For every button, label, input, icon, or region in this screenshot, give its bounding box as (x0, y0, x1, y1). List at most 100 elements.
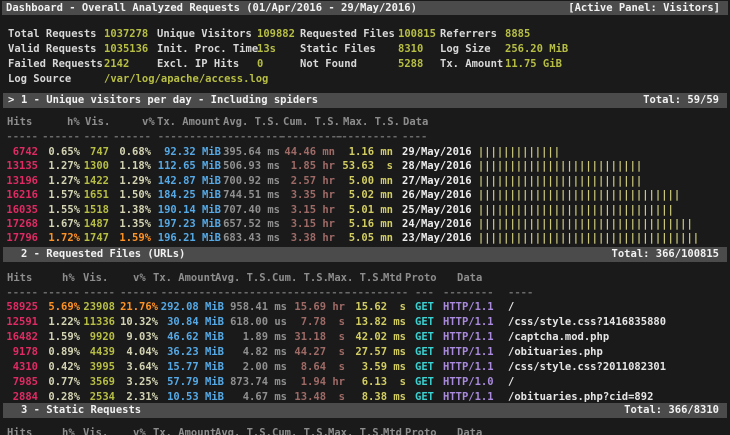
cell-date: 23/May/2016 (402, 232, 472, 244)
active-panel-indicator (8, 247, 21, 262)
column-header: Avg. T.S. (215, 272, 272, 285)
column-header: Max. T.S. (343, 116, 400, 129)
column-header: Max. T.S. (328, 272, 385, 285)
hits-bar-chart: |||||||||||||||||||||||||| (478, 175, 642, 187)
cell-vp: 10.32% (115, 315, 158, 330)
summary-value: /var/log/apache/access.log (104, 72, 730, 87)
table-row[interactable]: 162161.57%16511.50%184.25 MiB744.51 ms3.… (0, 188, 730, 202)
table-row[interactable]: 91780.89%44394.04%36.23 MiB4.82 ms44.27 … (0, 345, 730, 360)
panel-2-separator: ----------------------------------------… (0, 286, 730, 301)
separator-dashes: ---------- (151, 130, 221, 144)
cell-vis: 1300 (80, 159, 109, 173)
table-row[interactable]: 131351.27%13001.18%112.65 MiB506.93 ms1.… (0, 159, 730, 173)
separator-dashes: ------ (38, 286, 80, 301)
panel-total: Total: 59/59 (643, 93, 719, 108)
summary-value: 256.20 MiB (505, 42, 730, 57)
table-row[interactable]: 160351.55%15181.38%190.14 MiB707.40 ms3.… (0, 203, 730, 217)
cell-vp: 3.25% (115, 375, 158, 390)
cell-tx: 197.23 MiB (151, 217, 221, 231)
separator-dashes: ---------- (224, 286, 287, 301)
column-header: Proto (405, 272, 437, 285)
cell-url: /captcha.mod.php (508, 330, 730, 345)
cell-vp: 3.64% (115, 360, 158, 375)
cell-max: 6.13 s (345, 375, 406, 390)
column-header: Vis. (85, 116, 110, 129)
cell-avg: 744.51 ms (221, 188, 280, 202)
cell-hp: 1.27% (38, 159, 80, 173)
cell-hits: 6742 (0, 145, 38, 159)
summary-label: Log Source (8, 72, 104, 87)
panel-title-wrap: 2 - Requested Files (URLs) (8, 247, 185, 262)
cell-vp: 9.03% (115, 330, 158, 345)
column-header: v% (142, 116, 155, 129)
cell-hp: 0.89% (38, 345, 80, 360)
summary-label: Excl. IP Hits (157, 57, 257, 72)
column-header: Cum. T.S. (272, 272, 329, 285)
panel-2-column-headers: Hitsh%Vis.v%Tx. AmountAvg. T.S.Cum. T.S.… (0, 272, 730, 285)
panel-header-1[interactable]: >1 - Unique visitors per day - Including… (3, 93, 727, 108)
separator-dashes: --- (415, 286, 443, 301)
cell-vp: 1.29% (109, 174, 151, 188)
summary-row: Total Requests1037278Unique Visitors1098… (0, 27, 730, 42)
panel-header-2[interactable]: 2 - Requested Files (URLs)Total: 366/100… (3, 247, 727, 262)
column-header: h% (62, 272, 75, 285)
summary-row: Failed Requests2142Excl. IP Hits0Not Fou… (0, 57, 730, 72)
summary-value: 109882 (257, 27, 300, 42)
column-header: Hits (7, 427, 32, 435)
cell-vp: 21.76% (115, 300, 158, 315)
table-row[interactable]: 177961.72%17471.59%196.21 MiB683.43 ms3.… (0, 231, 730, 245)
cell-hp: 0.65% (38, 145, 80, 159)
cell-tx: 142.87 MiB (151, 174, 221, 188)
column-header: Vis. (83, 427, 108, 435)
cell-cum: 31.18 s (287, 330, 345, 345)
cell-vis: 1651 (80, 188, 109, 202)
cell-hits: 16482 (0, 330, 38, 345)
hits-bar-chart: |||||||||||||||||||||||||| (478, 160, 642, 172)
panel-1-separator: ----------------------------------------… (0, 130, 730, 144)
separator-dashes: ---------- (158, 286, 224, 301)
column-header: Data (457, 272, 482, 285)
goaccess-dashboard: Dashboard - Overall Analyzed Requests (0… (0, 0, 730, 435)
cell-max: 42.02 ms (345, 330, 406, 345)
column-header: v% (133, 427, 146, 435)
table-row[interactable]: 164821.59%99209.03%46.62 MiB1.89 ms31.18… (0, 330, 730, 345)
cell-hp: 0.42% (38, 360, 80, 375)
summary-row: Log Source/var/log/apache/access.log (0, 72, 730, 87)
column-header: Hits (7, 272, 32, 285)
table-row[interactable]: 79850.77%35693.25%57.79 MiB873.74 ms1.94… (0, 375, 730, 390)
cell-avg: 2.00 ms (224, 360, 287, 375)
panel-title: 1 - Unique visitors per day - Including … (21, 94, 318, 106)
cell-max: 5.02 mn (335, 188, 393, 202)
cell-avg: 700.92 ms (221, 174, 280, 188)
cell-hits: 4310 (0, 360, 38, 375)
cell-avg: 657.52 ms (221, 217, 280, 231)
table-row[interactable]: 125911.22%1133610.32%30.84 MiB618.00 us7… (0, 315, 730, 330)
cell-tx: 184.25 MiB (151, 188, 221, 202)
summary-value: 8310 (398, 42, 440, 57)
column-header: Avg. T.S. (215, 427, 272, 435)
table-row[interactable]: 589255.69%2390821.76%292.08 MiB958.41 ms… (0, 300, 730, 315)
separator-dashes: -------- (443, 286, 500, 301)
cell-max: 5.16 mn (335, 217, 393, 231)
table-row[interactable]: 43100.42%39953.64%15.77 MiB2.00 ms8.64 s… (0, 360, 730, 375)
column-header: Vis. (83, 272, 108, 285)
title-text: Dashboard - Overall Analyzed Requests (0… (6, 1, 417, 15)
table-row[interactable]: 67420.65%7470.68%92.32 MiB395.64 ms44.46… (0, 145, 730, 159)
cell-data: 24/May/2016 ||||||||||||||||||||||||||||… (402, 217, 730, 231)
panel-header-3[interactable]: 3 - Static RequestsTotal: 366/8310 (3, 403, 727, 418)
panel-3-column-headers: Hitsh%Vis.v%Tx. AmountAvg. T.S.Cum. T.S.… (0, 427, 730, 435)
table-row[interactable]: 172681.67%14871.35%197.23 MiB657.52 ms3.… (0, 217, 730, 231)
cell-mtd: GET (415, 315, 443, 330)
cell-vp: 1.35% (109, 217, 151, 231)
summary-label: Static Files (300, 42, 398, 57)
cell-date: 27/May/2016 (402, 175, 472, 187)
cell-date: 24/May/2016 (402, 218, 472, 230)
panel-title-wrap: 3 - Static Requests (8, 403, 141, 418)
table-row[interactable]: 131961.27%14221.29%142.87 MiB700.92 ms2.… (0, 174, 730, 188)
cell-hits: 17796 (0, 231, 38, 245)
cell-avg: 4.82 ms (224, 345, 287, 360)
cell-cum: 44.46 mn (280, 145, 335, 159)
cell-hp: 1.22% (38, 315, 80, 330)
cell-tx: 92.32 MiB (151, 145, 221, 159)
panel-title: 2 - Requested Files (URLs) (21, 248, 185, 260)
